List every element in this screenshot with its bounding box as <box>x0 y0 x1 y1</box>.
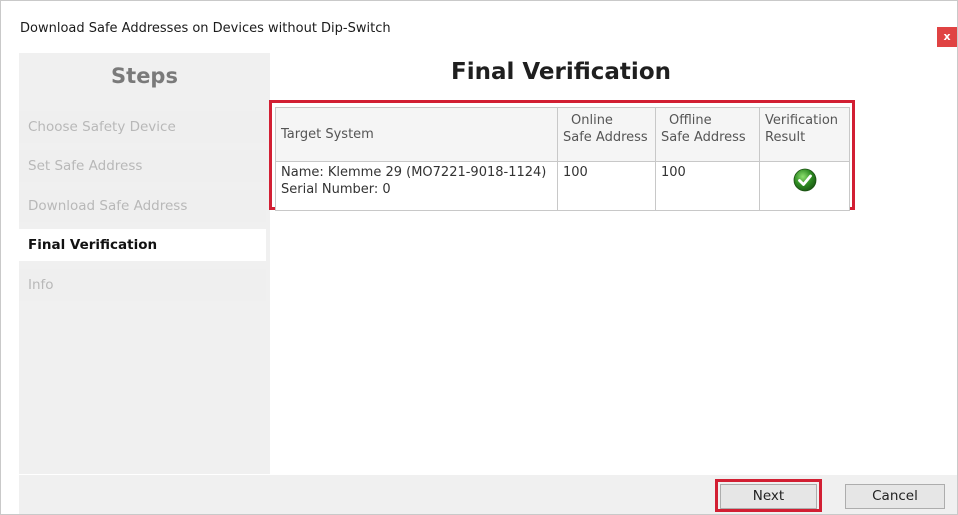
cell-offline-address: 100 <box>655 161 760 211</box>
window-title: Download Safe Addresses on Devices witho… <box>20 21 391 36</box>
header-offline-safe-address: Offline Safe Address <box>655 107 760 162</box>
step-choose-safety-device[interactable]: Choose Safety Device <box>19 111 266 143</box>
target-name: Name: Klemme 29 (MO7221-9018-1124) <box>281 165 547 180</box>
next-button[interactable]: Next <box>720 484 817 509</box>
header-online-safe-address: Online Safe Address <box>557 107 656 162</box>
cell-online-address: 100 <box>557 161 656 211</box>
close-button[interactable]: x <box>937 27 957 47</box>
page-title: Final Verification <box>450 59 671 85</box>
step-final-verification[interactable]: Final Verification <box>19 229 266 261</box>
step-set-safe-address[interactable]: Set Safe Address <box>19 150 266 182</box>
check-circle-icon <box>793 168 816 192</box>
header-target-system: Target System <box>275 107 558 162</box>
cell-verification-result <box>759 161 850 211</box>
verification-table: Target System Online Safe Address Offlin… <box>275 107 850 211</box>
target-serial: Serial Number: 0 <box>281 182 391 197</box>
table-row[interactable]: Name: Klemme 29 (MO7221-9018-1124) Seria… <box>275 161 850 211</box>
header-verification-result: Verification Result <box>759 107 850 162</box>
table-header-row: Target System Online Safe Address Offlin… <box>275 107 850 162</box>
title-bar: Download Safe Addresses on Devices witho… <box>1 1 957 47</box>
cell-target-system: Name: Klemme 29 (MO7221-9018-1124) Seria… <box>275 161 558 211</box>
dialog-window: Download Safe Addresses on Devices witho… <box>0 0 958 515</box>
cancel-button[interactable]: Cancel <box>845 484 945 509</box>
step-download-safe-address[interactable]: Download Safe Address <box>19 190 266 222</box>
steps-header: Steps <box>111 64 178 88</box>
step-info[interactable]: Info <box>19 269 266 301</box>
steps-panel: Steps Choose Safety Device Set Safe Addr… <box>19 53 270 474</box>
